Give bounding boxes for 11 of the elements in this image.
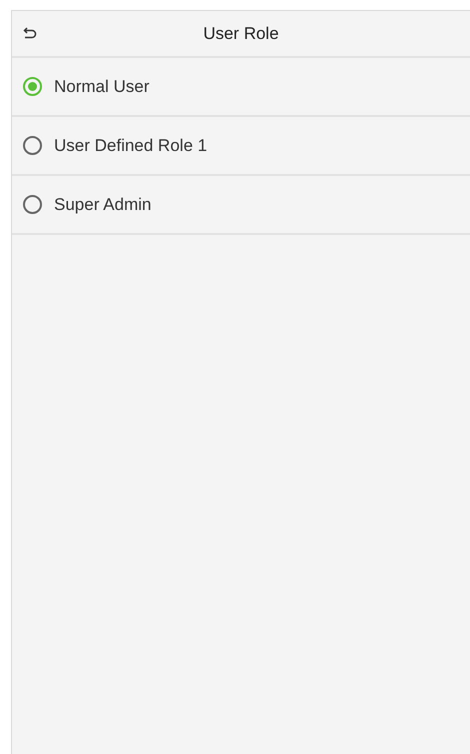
radio-button[interactable] bbox=[23, 136, 42, 155]
back-icon[interactable] bbox=[23, 26, 37, 40]
radio-button[interactable] bbox=[23, 195, 42, 214]
radio-button[interactable] bbox=[23, 77, 42, 96]
option-label: User Defined Role 1 bbox=[54, 134, 208, 157]
screen-title: User Role bbox=[203, 22, 279, 45]
option-label: Normal User bbox=[54, 76, 150, 98]
role-option[interactable]: User Defined Role 1 bbox=[12, 117, 470, 176]
option-label: Super Admin bbox=[54, 194, 152, 216]
role-option[interactable]: Super Admin bbox=[12, 176, 470, 235]
role-option[interactable]: Normal User bbox=[12, 58, 470, 117]
